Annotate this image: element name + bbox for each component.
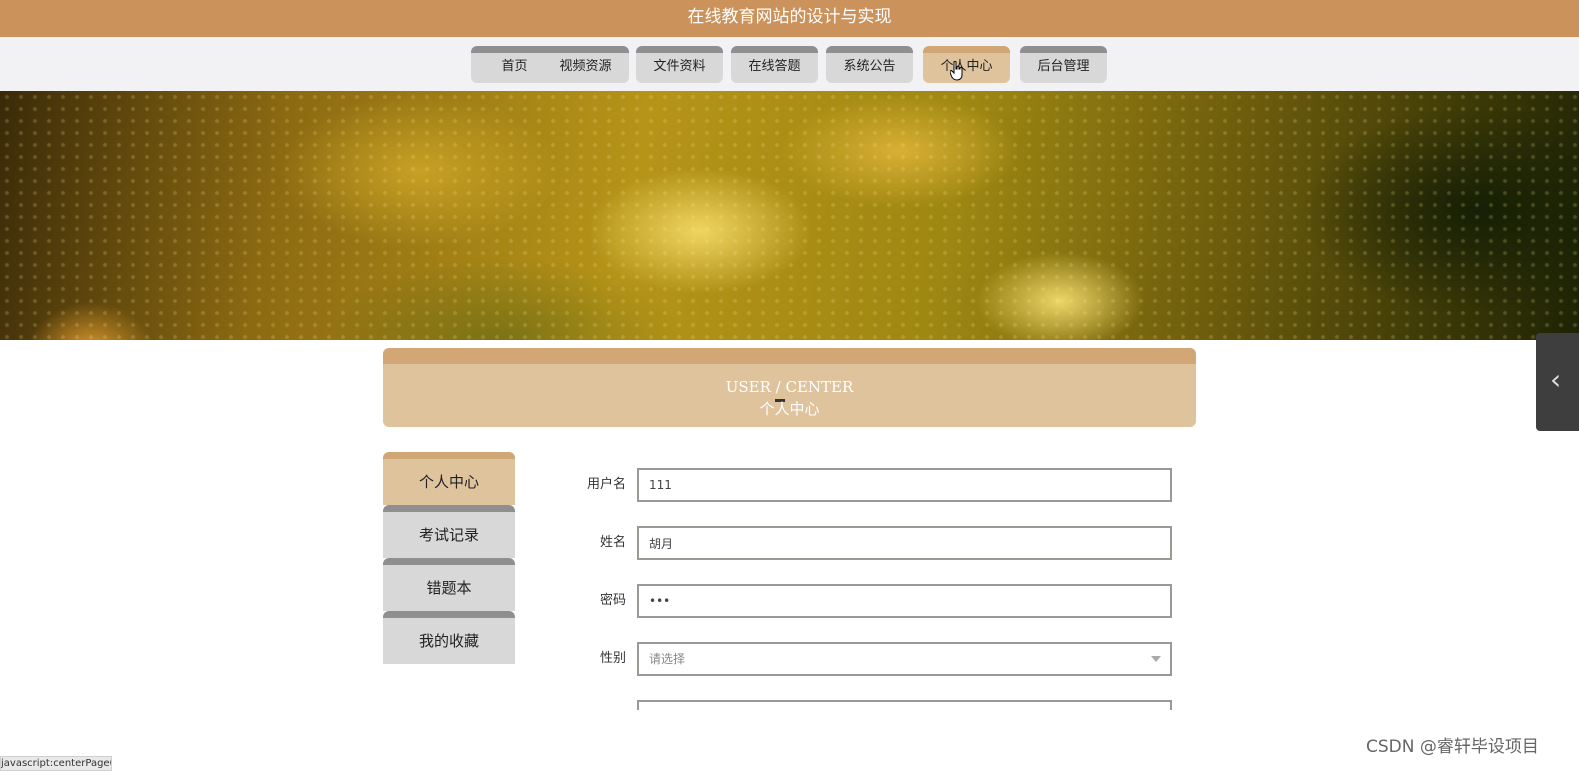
nav-item-files[interactable]: 文件资料 — [636, 46, 723, 83]
name-row: 姓名 — [560, 526, 1172, 560]
watermark: CSDN @睿轩毕设项目 — [1366, 737, 1539, 757]
password-label: 密码 — [599, 593, 626, 608]
name-input[interactable] — [637, 526, 1172, 560]
main-nav: 首页 视频资源 文件资料 在线答题 系统公告 个人中心 后台管理 — [0, 37, 1579, 91]
banner-image — [0, 91, 1579, 340]
nav-list: 首页 视频资源 文件资料 在线答题 系统公告 个人中心 后台管理 — [0, 46, 1579, 83]
password-row: 密码 — [560, 584, 1172, 618]
username-input[interactable] — [637, 468, 1172, 502]
gender-select-placeholder: 请选择 — [649, 652, 686, 666]
menu-item-favorites[interactable]: 我的收藏 — [383, 611, 515, 664]
menu-item-user-center[interactable]: 个人中心 — [383, 452, 515, 505]
section-title-cn: 个人中心 — [759, 400, 820, 418]
password-input[interactable] — [637, 584, 1172, 618]
name-label: 姓名 — [599, 535, 626, 550]
chevron-left-icon: ‹ — [1550, 363, 1562, 396]
menu-item-exam-records[interactable]: 考试记录 — [383, 505, 515, 558]
status-bar-link: javascript:centerPage0; — [0, 756, 112, 771]
hand-pointer-icon — [950, 61, 963, 81]
banner-texture — [0, 91, 1579, 340]
profile-form: 用户名 姓名 密码 性别 请选择 — [560, 468, 1172, 710]
menu-item-wrong-questions[interactable]: 错题本 — [383, 558, 515, 611]
nav-item-admin[interactable]: 后台管理 — [1020, 46, 1107, 83]
site-title: 在线教育网站的设计与实现 — [0, 0, 1579, 37]
section-title-en: USER / CENTER — [725, 378, 854, 396]
next-field-row — [560, 700, 1172, 710]
next-field-input[interactable] — [637, 700, 1172, 710]
gender-label: 性别 — [599, 651, 626, 666]
caret-down-icon — [1151, 656, 1161, 662]
username-label: 用户名 — [586, 477, 626, 492]
nav-item-online-quiz[interactable]: 在线答题 — [731, 46, 818, 83]
side-panel-toggle[interactable]: ‹ — [1536, 333, 1579, 431]
nav-item-announcements[interactable]: 系统公告 — [826, 46, 913, 83]
nav-item-user-center[interactable]: 个人中心 — [923, 46, 1010, 83]
nav-item-videos[interactable]: 视频资源 — [542, 46, 629, 83]
section-header: USER / CENTER 个人中心 — [383, 348, 1196, 427]
gender-row: 性别 请选择 — [560, 642, 1172, 676]
page: 在线教育网站的设计与实现 首页 视频资源 文件资料 在线答题 系统公告 个人中心… — [0, 0, 1579, 771]
username-row: 用户名 — [560, 468, 1172, 502]
gender-select[interactable]: 请选择 — [637, 642, 1172, 676]
